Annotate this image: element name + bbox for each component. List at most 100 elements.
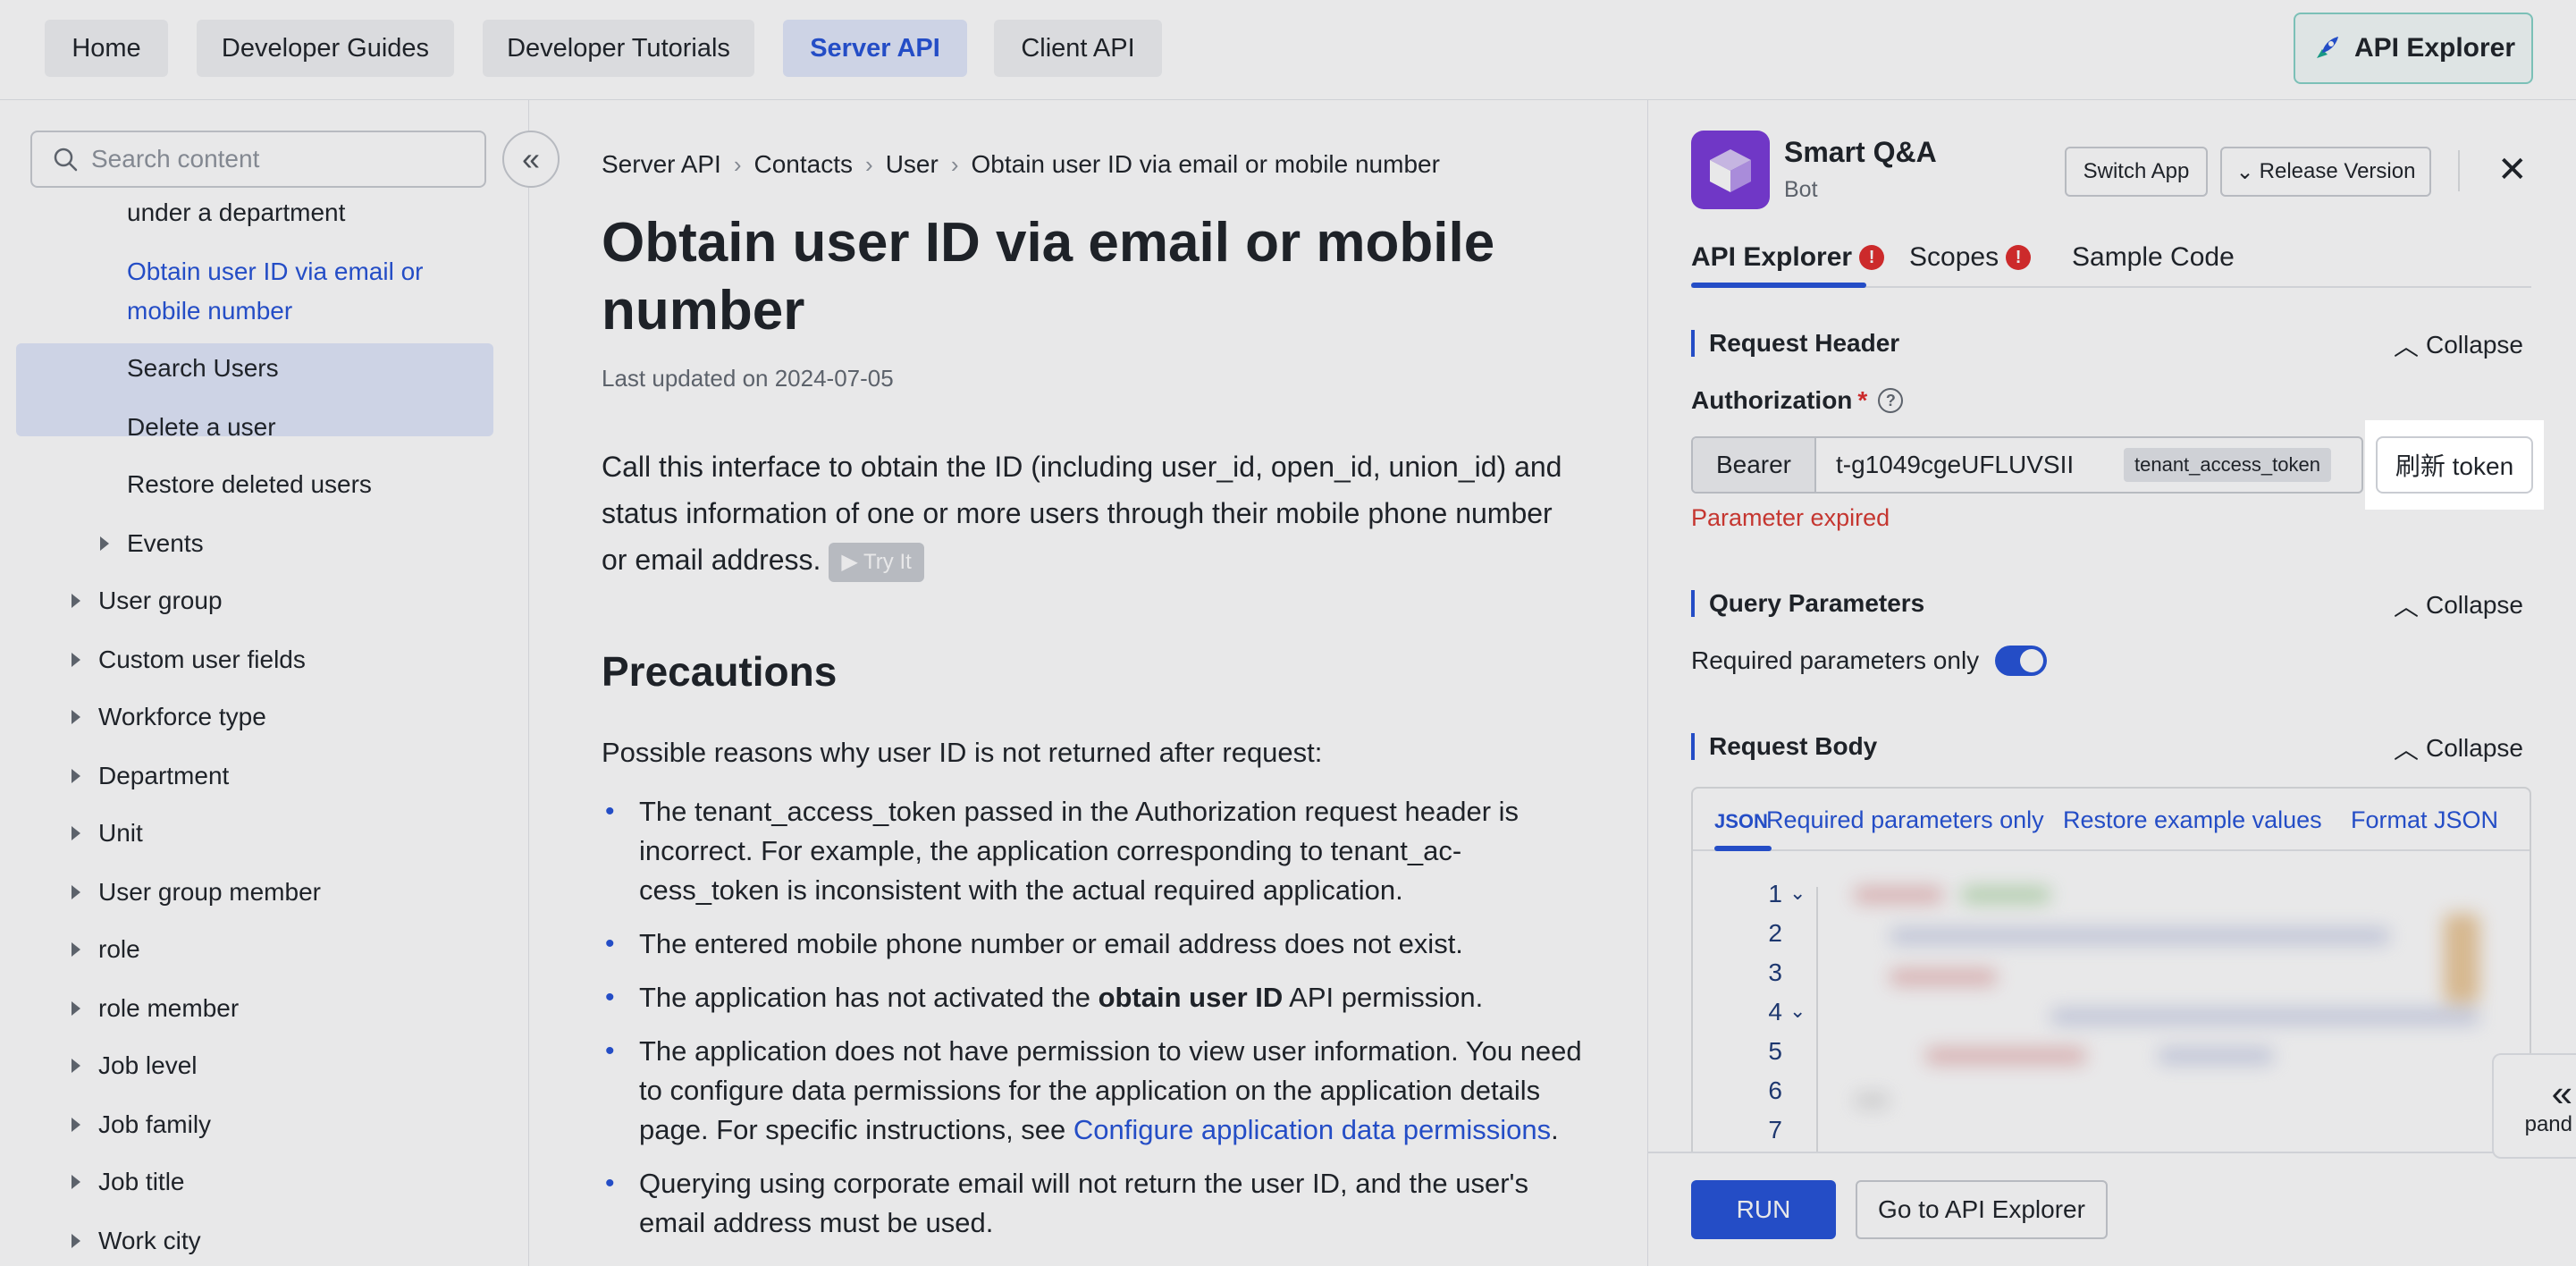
api-explorer-panel: Smart Q&A Bot Switch App ⌄ Release Versi…	[1647, 100, 2576, 1266]
list-item-text: .	[1551, 1114, 1559, 1145]
api-explorer-button[interactable]: API Explorer	[2294, 13, 2533, 84]
expand-caret-icon	[72, 1118, 80, 1132]
tab-sample-code[interactable]: Sample Code	[2072, 234, 2235, 281]
sidebar-item-workforce-type[interactable]: Workforce type	[72, 697, 266, 737]
rocket-icon	[2316, 37, 2338, 58]
expand-panel-tab[interactable]: « pand	[2492, 1053, 2576, 1159]
app-cube-icon	[1691, 131, 1770, 209]
api-explorer-label: API Explorer	[2353, 33, 2516, 63]
tab-label: Sample Code	[2072, 242, 2235, 272]
nav-tab-server-api[interactable]: Server API	[783, 20, 967, 77]
sidebar-item-work-city[interactable]: Work city	[72, 1221, 201, 1261]
last-updated: Last updated on 2024-07-05	[602, 365, 894, 392]
intro-paragraph: Call this interface to obtain the ID (in…	[602, 443, 1567, 583]
authorization-label: Authorization * ?	[1691, 386, 1904, 415]
panel-footer: RUN Go to API Explorer	[1648, 1152, 2576, 1266]
sidebar-item-label: Custom user fields	[98, 646, 306, 673]
sidebar-item-job-title[interactable]: Job title	[72, 1162, 185, 1202]
required-only-toggle[interactable]	[1995, 646, 2048, 676]
warning-icon: !	[2006, 245, 2032, 270]
sidebar-item-label: Events	[127, 529, 204, 557]
restore-example-link[interactable]: Restore example values	[2063, 806, 2322, 834]
tab-label: API Explorer	[1691, 242, 1853, 272]
sidebar-item-label: Job level	[98, 1051, 198, 1079]
sidebar-item-role[interactable]: role	[72, 930, 140, 969]
sidebar-item-user-group-member[interactable]: User group member	[72, 873, 321, 912]
sidebar-item-label: User group member	[98, 878, 321, 906]
nav-tab-home[interactable]: Home	[45, 20, 168, 77]
reasons-list: The tenant_access_token passed in the Au…	[602, 792, 1585, 1257]
list-item: The application does not have permission…	[602, 1032, 1585, 1150]
line-number: 4	[1768, 998, 1782, 1025]
fold-chevron-icon[interactable]: ⌄	[1789, 882, 1806, 905]
close-icon[interactable]: ✕	[2497, 150, 2528, 190]
expand-caret-icon	[72, 885, 80, 899]
try-it-button[interactable]: ▶ Try It	[829, 542, 924, 582]
sidebar-item-role-member[interactable]: role member	[72, 989, 239, 1028]
nav-tab-developer-tutorials[interactable]: Developer Tutorials	[483, 20, 754, 77]
list-item-bold: obtain user ID	[1098, 982, 1284, 1013]
collapse-query-parameters[interactable]: ︿ Collapse	[2394, 587, 2523, 623]
sidebar-item-job-family[interactable]: Job family	[72, 1105, 212, 1144]
sidebar-item-label: Job family	[98, 1110, 212, 1138]
chevron-down-icon: ⌄	[2235, 159, 2254, 184]
parameter-expired-error: Parameter expired	[1691, 504, 1890, 531]
sidebar-item-department[interactable]: Department	[72, 756, 229, 796]
sidebar-item-label: mobile number	[127, 297, 293, 325]
line-number: 2	[1768, 919, 1782, 947]
sidebar-item-events[interactable]: Events	[100, 524, 204, 563]
double-chevron-left-icon: «	[521, 140, 541, 177]
breadcrumb-item[interactable]: Contacts	[754, 150, 854, 179]
code-content-blurred	[1836, 878, 2497, 1182]
fold-chevron-icon[interactable]: ⌄	[1789, 1000, 1806, 1023]
sidebar-item-under-a-department[interactable]: under a department	[127, 193, 345, 232]
warning-icon: !	[1859, 245, 1885, 270]
sidebar-item-label: Unit	[98, 819, 143, 847]
go-to-api-explorer-button[interactable]: Go to API Explorer	[1856, 1180, 2108, 1239]
list-item: The tenant_access_token passed in the Au…	[602, 792, 1585, 910]
switch-app-button[interactable]: Switch App	[2065, 147, 2208, 197]
sidebar-item-custom-user-fields[interactable]: Custom user fields	[72, 640, 306, 679]
nav-tab-client-api[interactable]: Client API	[994, 20, 1162, 77]
expand-caret-icon	[72, 653, 80, 667]
run-button[interactable]: RUN	[1691, 1180, 1836, 1239]
authorization-field[interactable]: Bearer t-g1049cgeUFLUVSII tenant_access_…	[1691, 436, 2363, 494]
sidebar-item-job-level[interactable]: Job level	[72, 1046, 198, 1085]
tab-json[interactable]: JSON	[1714, 810, 1768, 833]
search-placeholder: Search content	[91, 145, 260, 173]
divider	[2458, 150, 2460, 191]
sidebar-item-obtain-user-id[interactable]: Obtain user ID via email or mobile numbe…	[127, 252, 476, 331]
format-json-link[interactable]: Format JSON	[2351, 806, 2498, 834]
line-number: 3	[1768, 958, 1782, 986]
token-value[interactable]: t-g1049cgeUFLUVSII	[1816, 451, 2111, 479]
collapse-request-header[interactable]: ︿ Collapse	[2394, 327, 2523, 363]
nav-tab-developer-guides[interactable]: Developer Guides	[197, 20, 454, 77]
breadcrumb-item[interactable]: User	[886, 150, 939, 179]
help-icon[interactable]: ?	[1878, 388, 1904, 413]
request-header-heading: Request Header	[1691, 330, 1899, 357]
collapse-label: Collapse	[2426, 734, 2523, 762]
release-version-dropdown[interactable]: ⌄ Release Version	[2220, 147, 2431, 197]
refresh-token-button[interactable]: 刷新 token	[2376, 436, 2533, 494]
search-input[interactable]: Search content	[30, 131, 486, 188]
authorization-text: Authorization	[1691, 386, 1853, 414]
expand-caret-icon	[72, 1059, 80, 1073]
sidebar-item-label: Workforce type	[98, 703, 266, 730]
configure-permissions-link[interactable]: Configure application data permissions	[1073, 1114, 1551, 1145]
app-name: Smart Q&A	[1784, 136, 1937, 168]
tab-scopes[interactable]: Scopes !	[1909, 234, 2032, 281]
search-icon	[54, 148, 78, 172]
tab-api-explorer[interactable]: API Explorer !	[1691, 234, 1885, 281]
collapse-request-body[interactable]: ︿ Collapse	[2394, 730, 2523, 766]
collapse-sidebar-button[interactable]: «	[502, 131, 560, 188]
app-type: Bot	[1784, 177, 1818, 202]
try-it-label: Try It	[863, 549, 912, 574]
required-only-link[interactable]: Required parameters only	[1766, 806, 2044, 834]
breadcrumb-item[interactable]: Server API	[602, 150, 721, 179]
sidebar-item-user-group[interactable]: User group	[72, 581, 223, 620]
required-only-label: Required parameters only	[1691, 646, 1980, 674]
sidebar-item-restore-deleted-users[interactable]: Restore deleted users	[127, 465, 372, 504]
sidebar-item-search-users[interactable]: Search Users	[127, 349, 279, 388]
sidebar-item-unit[interactable]: Unit	[72, 814, 143, 853]
sidebar-item-delete-a-user[interactable]: Delete a user	[127, 408, 276, 447]
